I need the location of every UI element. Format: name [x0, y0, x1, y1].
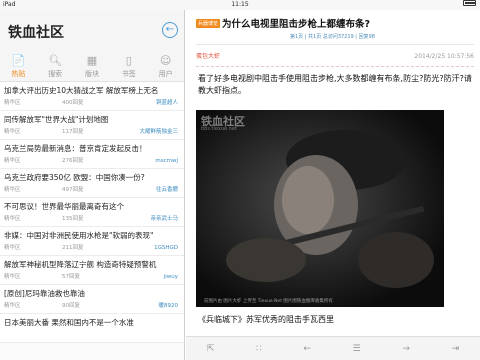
post-title: 加拿大评出历史10大猜战之军 解放军榜上无名 [4, 86, 159, 95]
post-replies: 117回复 [62, 129, 84, 135]
post-title: 非媒：中国对非洲民使用水枪是"软弱的表现" [4, 231, 154, 240]
battery-indicator [463, 0, 476, 6]
next-page-icon[interactable]: → [402, 344, 410, 354]
tab-label: 书签 [121, 70, 136, 78]
battery-icon [463, 0, 476, 6]
photo-caption: 《兵临城下》苏军优秀的阻击手瓦西里 [198, 315, 334, 324]
post-title: [原创]尼玛靠油救也靠油 [4, 289, 85, 298]
post-author: mscmwj [155, 158, 178, 164]
article-photo[interactable]: 铁血社区 bbs.tiexue.net 前图片由 图片大虾 上传至 Tiexue… [196, 110, 444, 307]
tab-search[interactable]: 🔍︎ 搜索 [37, 50, 74, 81]
list-item[interactable]: 不可思议！世界最华丽最离奇有这个 精华区 135回复 亲亲武士马 [0, 198, 184, 227]
site-title: 铁血社区 [8, 25, 64, 41]
tab-label: 版块 [84, 70, 99, 78]
forum-icon: ▦ [86, 54, 98, 67]
tab-label: 用户 [158, 70, 173, 78]
post-title: 乌克兰局势最新消息：普京肯定发起反击！ [4, 144, 147, 153]
photo-watermark-url: bbs.tiexue.net [201, 126, 237, 132]
post-list: 加拿大评出历史10大猜战之军 解放军榜上无名 精华区 400回复 铜蓝超人 同传… [0, 82, 184, 343]
status-bar: iPad 11:15 [0, 0, 480, 10]
post-replies: 90回复 [62, 303, 80, 309]
post-replies: 135回复 [62, 216, 84, 222]
article-body: 看了好多电视剧中阻击手使用阻击步枪,大多数都缠有布条,防尘?防光?防汗?请教大虾… [198, 74, 472, 95]
search-icon: 🔍︎ [48, 54, 63, 67]
article-author[interactable]: 蛋包大虾 [196, 50, 220, 64]
photo-illustration [196, 110, 444, 307]
user-icon: ☺ [159, 54, 172, 67]
post-title: 不可思议！世界最华丽最离奇有这个 [4, 202, 124, 211]
post-forum: 精华区 [4, 187, 21, 193]
post-replies: 276回复 [62, 158, 84, 164]
post-author: 暖8920 [158, 303, 179, 309]
article-header: 兵器博览 为什么电视里阻击步枪上都缠布条? 第1页 | 共1页 总访问37219… [186, 10, 480, 48]
list-item[interactable]: [原创]尼玛靠油救也靠油 精华区 90回复 暖8920 [0, 285, 184, 314]
list-item[interactable]: 乌克兰政府要350亿 欧盟：中国你凑一份? 精华区 497回复 往云香腮 [0, 169, 184, 198]
post-forum: 精华区 [4, 158, 21, 164]
share-icon[interactable]: ⇱ [207, 344, 215, 354]
photo-overlay-caption: 前图片由 图片大虾 上传至 Tiexue.Net 图片图铁血图库收集所有 [204, 299, 333, 304]
page-menu-icon[interactable]: ☰ [353, 344, 361, 354]
post-forum: 精华区 [4, 245, 21, 251]
list-item[interactable]: 解放军神秘机型降落辽宁舰 构造奇特疑预警机 精华区 57回复 jiwuy [0, 256, 184, 285]
post-meta: 精华区 135回复 亲亲武士马 [4, 214, 180, 224]
tab-hot[interactable]: 📄 热贴 [0, 50, 37, 81]
post-forum: 精华区 [4, 216, 21, 222]
post-title: 乌克兰政府要350亿 欧盟：中国你凑一份? [4, 173, 145, 182]
article-title: 为什么电视里阻击步枪上都缠布条? [222, 19, 371, 30]
list-item[interactable]: 非媒：中国对非洲民使用水枪是"软弱的表现" 精华区 211回复 1GSHGD [0, 227, 184, 256]
bookmark-icon: ▯ [125, 54, 132, 67]
divider [196, 44, 474, 45]
bottom-toolbar: ⇱ ∷ ← ☰ → ⇥ [186, 336, 480, 360]
post-author: 往云香腮 [155, 187, 178, 193]
post-meta: 精华区 57回复 jiwuy [4, 272, 180, 282]
author-row: 蛋包大虾 2014/2/25 10:57:56 [186, 50, 480, 64]
sidebar-tabs: 📄 热贴 🔍︎ 搜索 ▦ 版块 ▯ 书签 ☺ 用户 [0, 50, 184, 82]
post-forum: 精华区 [4, 129, 21, 135]
post-meta: 精华区 211回复 1GSHGD [4, 243, 180, 253]
post-meta: 精华区 90回复 暖8920 [4, 301, 180, 311]
tab-user[interactable]: ☺ 用户 [147, 50, 184, 81]
post-forum: 精华区 [4, 100, 21, 106]
list-item[interactable]: 加拿大评出历史10大猜战之军 解放军榜上无名 精华区 400回复 铜蓝超人 [0, 82, 184, 111]
back-arrow-icon[interactable]: ← [162, 22, 178, 38]
sidebar-header: 铁血社区 ← [0, 10, 184, 50]
tab-label: 搜索 [48, 70, 63, 78]
tab-forums[interactable]: ▦ 版块 [74, 50, 111, 81]
post-forum: 精华区 [4, 274, 21, 280]
post-meta: 精华区 276回复 mscmwj [4, 156, 180, 166]
hot-icon: 📄 [11, 54, 26, 67]
post-replies: 400回复 [62, 100, 84, 106]
list-item[interactable]: 乌克兰局势最新消息：普京肯定发起反击！ 精华区 276回复 mscmwj [0, 140, 184, 169]
post-meta: 精华区 497回复 往云香腮 [4, 185, 180, 195]
post-author: 大耀鲜筋独金三 [139, 129, 178, 135]
clock: 11:15 [231, 1, 249, 8]
post-meta: 精华区 400回复 铜蓝超人 [4, 98, 180, 108]
tab-bookmarks[interactable]: ▯ 书签 [110, 50, 147, 81]
sidebar: 铁血社区 ← 📄 热贴 🔍︎ 搜索 ▦ 版块 ▯ 书签 ☺ 用户 加拿大评出历史… [0, 10, 185, 360]
post-replies: 57回复 [62, 274, 80, 280]
grid-icon[interactable]: ∷ [256, 344, 262, 354]
post-forum: 精华区 [4, 303, 21, 309]
post-replies: 497回复 [62, 187, 84, 193]
last-page-icon[interactable]: ⇥ [452, 344, 460, 354]
article-pane: 兵器博览 为什么电视里阻击步枪上都缠布条? 第1页 | 共1页 总访问37219… [186, 10, 480, 360]
post-title: 日本美丽大番 果然和国内不是一个水准 [4, 318, 134, 327]
category-badge[interactable]: 兵器博览 [196, 19, 221, 28]
list-item[interactable]: 同传解放军"世界大战"计划地图 精华区 117回复 大耀鲜筋独金三 [0, 111, 184, 140]
list-item[interactable]: 日本美丽大番 果然和国内不是一个水准 [0, 314, 184, 343]
article-date: 2014/2/25 10:57:56 [414, 53, 474, 60]
article-stats: 第1页 | 共1页 总访问37219 | 回复98 [290, 34, 375, 40]
post-meta: 精华区 117回复 大耀鲜筋独金三 [4, 127, 180, 137]
post-replies: 211回复 [62, 245, 84, 251]
post-author: jiwuy [163, 274, 178, 280]
post-author: 1GSHGD [154, 245, 178, 251]
post-author: 亲亲武士马 [150, 216, 178, 222]
post-author: 铜蓝超人 [155, 100, 178, 106]
tab-label: 热贴 [11, 70, 26, 78]
post-title: 解放军神秘机型降落辽宁舰 构造奇特疑预警机 [4, 260, 157, 269]
post-title: 同传解放军"世界大战"计划地图 [4, 115, 109, 124]
prev-page-icon[interactable]: ← [303, 344, 311, 354]
